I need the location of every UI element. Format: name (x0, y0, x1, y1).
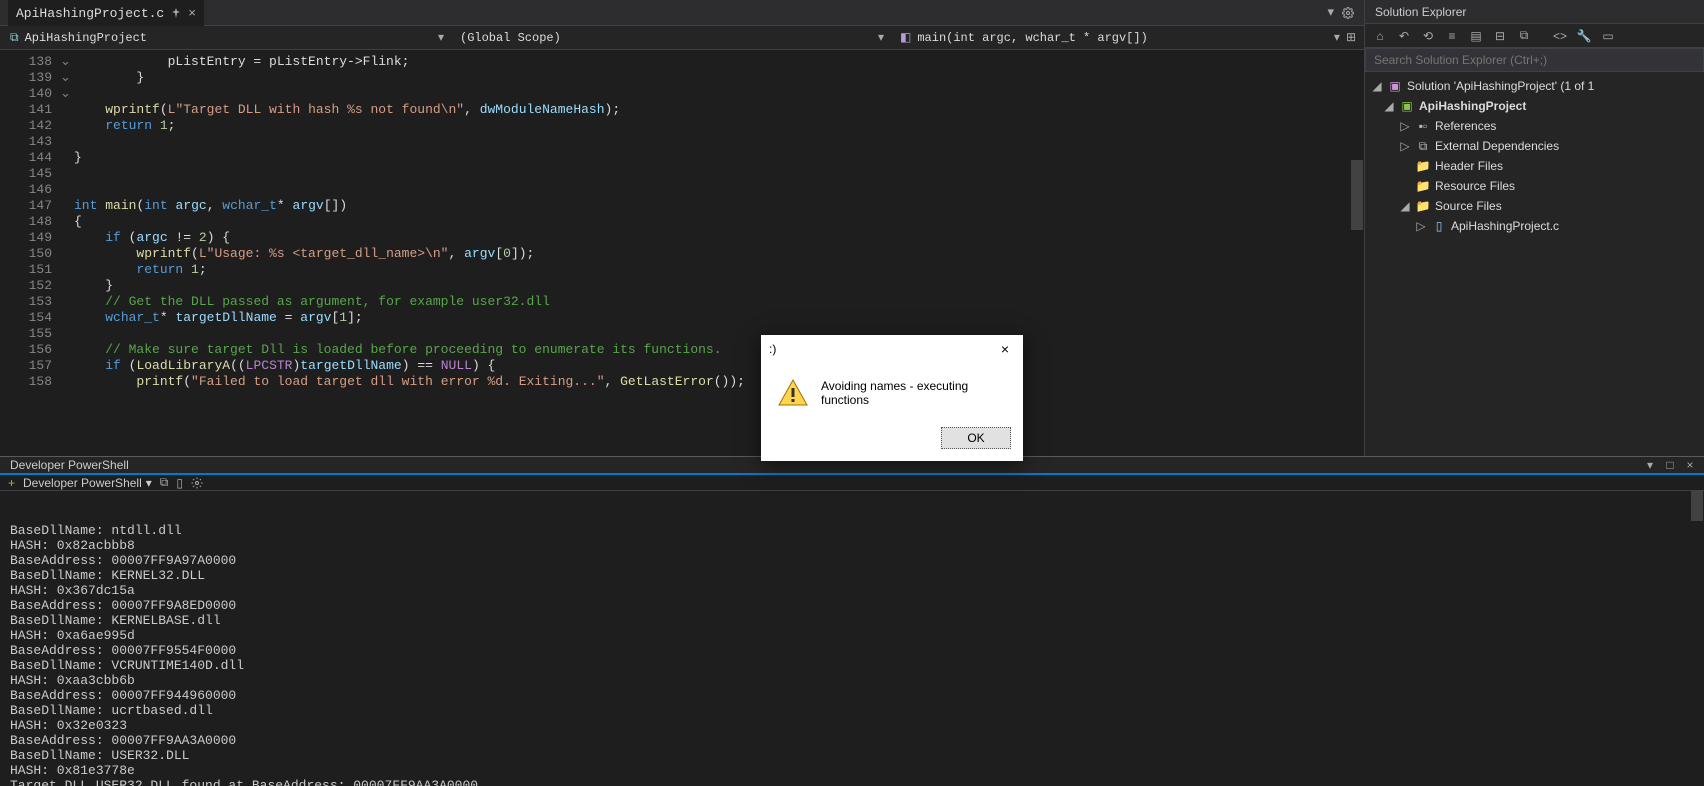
message-dialog: :) × Avoiding names - executing function… (761, 335, 1023, 461)
source-file-label: ApiHashingProject.c (1451, 219, 1559, 233)
scope-dropdown[interactable]: (Global Scope) ▾ (450, 30, 890, 45)
copy-icon[interactable]: ⧉ (160, 475, 169, 490)
add-terminal-button[interactable]: + (8, 476, 15, 490)
scope-label: (Global Scope) (460, 31, 561, 45)
back-icon[interactable]: ↶ (1395, 27, 1413, 45)
paste-icon[interactable]: ▯ (176, 476, 183, 490)
dialog-ok-button[interactable]: OK (941, 427, 1011, 449)
collapse-icon[interactable]: ⊟ (1491, 27, 1509, 45)
editor-tabbar: ApiHashingProject.c × ▾ (0, 0, 1364, 26)
gear-icon[interactable] (1342, 5, 1354, 20)
dropdown-icon[interactable]: ▾ (1327, 5, 1334, 20)
panel-maximize-icon[interactable]: □ (1662, 457, 1678, 473)
resource-files-node[interactable]: 📁 Resource Files (1365, 176, 1704, 196)
terminal-scrollbar-thumb[interactable] (1691, 491, 1703, 521)
panel-dropdown-icon[interactable]: ▾ (1642, 457, 1658, 473)
solution-toolbar: ⌂ ↶ ⟲ ≡ ▤ ⊟ ⧉ <> 🔧 ▭ (1365, 24, 1704, 48)
solution-node[interactable]: ◢ ▣ Solution 'ApiHashingProject' (1 of 1 (1365, 76, 1704, 96)
scrollbar-thumb[interactable] (1351, 160, 1363, 230)
folder-icon: 📁 (1415, 159, 1431, 173)
function-dropdown[interactable]: ◧ main(int argc, wchar_t * argv[]) ▾ (890, 30, 1346, 45)
source-files-label: Source Files (1435, 199, 1502, 213)
method-icon: ◧ (900, 30, 911, 45)
preview-icon[interactable]: ▭ (1599, 27, 1617, 45)
panel-toolbar: + Developer PowerShell ▾ ⧉ ▯ (0, 475, 1704, 491)
references-icon: ▪▫ (1415, 119, 1431, 133)
external-deps-label: External Dependencies (1435, 139, 1559, 153)
home-icon[interactable]: ⌂ (1371, 27, 1389, 45)
terminal-scrollbar[interactable] (1690, 491, 1704, 786)
panel-title: Developer PowerShell (10, 458, 129, 472)
expand-icon[interactable]: ◢ (1383, 99, 1395, 113)
solution-icon: ▣ (1387, 79, 1403, 93)
save-icon[interactable]: ≡ (1443, 27, 1461, 45)
resource-files-label: Resource Files (1435, 179, 1515, 193)
view-code-icon[interactable]: <> (1551, 27, 1569, 45)
code-lines[interactable]: pListEntry = pListEntry->Flink; } wprint… (74, 50, 1364, 456)
navigation-bar: ⧉ ApiHashingProject ▾ (Global Scope) ▾ ◧… (0, 26, 1364, 50)
terminal-output[interactable]: BaseDllName: ntdll.dllHASH: 0x82acbbb8Ba… (0, 491, 1704, 786)
project-label: ApiHashingProject (1419, 99, 1526, 113)
pin-icon[interactable] (170, 7, 182, 19)
filter-icon[interactable]: ▤ (1467, 27, 1485, 45)
source-files-node[interactable]: ◢ 📁 Source Files (1365, 196, 1704, 216)
function-label: main(int argc, wchar_t * argv[]) (917, 31, 1147, 45)
folder-icon: 📁 (1415, 179, 1431, 193)
external-deps-node[interactable]: ▷ ⧉ External Dependencies (1365, 136, 1704, 156)
tab-file[interactable]: ApiHashingProject.c × (8, 0, 204, 26)
expand-icon[interactable]: ◢ (1371, 79, 1383, 93)
dialog-message: Avoiding names - executing functions (821, 379, 1007, 407)
panel-close-icon[interactable]: × (1682, 457, 1698, 473)
terminal-selector[interactable]: Developer PowerShell ▾ (23, 476, 152, 490)
chevron-down-icon: ▾ (1334, 30, 1340, 45)
header-files-node[interactable]: 📁 Header Files (1365, 156, 1704, 176)
warning-icon (777, 377, 809, 409)
expand-icon[interactable]: ▷ (1399, 119, 1411, 133)
solution-search-input[interactable] (1365, 48, 1704, 72)
external-deps-icon: ⧉ (1415, 139, 1431, 154)
sync-icon[interactable]: ⟲ (1419, 27, 1437, 45)
dialog-close-icon[interactable]: × (995, 341, 1015, 357)
expand-icon[interactable]: ◢ (1399, 199, 1411, 213)
project-dropdown[interactable]: ⧉ ApiHashingProject ▾ (0, 30, 450, 45)
fold-gutter[interactable]: ⌄⌄⌄ (60, 50, 74, 456)
folder-icon: 📁 (1415, 199, 1431, 213)
dialog-title: :) (769, 342, 776, 356)
solution-label: Solution 'ApiHashingProject' (1 of 1 (1407, 79, 1594, 93)
code-editor[interactable]: 1381391401411421431441451461471481491501… (0, 50, 1364, 456)
project-icon: ▣ (1399, 99, 1415, 113)
chevron-down-icon: ▾ (438, 30, 444, 45)
developer-powershell-panel: Developer PowerShell ▾ □ × + Developer P… (0, 456, 1704, 786)
project-icon: ⧉ (10, 31, 19, 45)
properties-icon[interactable]: 🔧 (1575, 27, 1593, 45)
dialog-titlebar[interactable]: :) × (761, 335, 1023, 363)
vertical-scrollbar[interactable] (1350, 100, 1364, 456)
source-file-node[interactable]: ▷ ▯ ApiHashingProject.c (1365, 216, 1704, 236)
project-node[interactable]: ◢ ▣ ApiHashingProject (1365, 96, 1704, 116)
file-icon: ▯ (1431, 219, 1447, 233)
expand-icon[interactable]: ▷ (1399, 139, 1411, 153)
expand-icon[interactable]: ▷ (1415, 219, 1427, 233)
solution-tree[interactable]: ◢ ▣ Solution 'ApiHashingProject' (1 of 1… (1365, 72, 1704, 456)
terminal-label: Developer PowerShell (23, 476, 142, 490)
close-icon[interactable]: × (188, 6, 196, 21)
chevron-down-icon: ▾ (146, 476, 152, 490)
show-all-icon[interactable]: ⧉ (1515, 27, 1533, 45)
settings-icon[interactable] (191, 477, 203, 489)
chevron-down-icon: ▾ (878, 30, 884, 45)
line-gutter: 1381391401411421431441451461471481491501… (0, 50, 60, 456)
references-label: References (1435, 119, 1496, 133)
solution-explorer: Solution Explorer ⌂ ↶ ⟲ ≡ ▤ ⊟ ⧉ <> 🔧 ▭ ◢ (1364, 0, 1704, 456)
split-icon[interactable]: ⊞ (1346, 30, 1356, 45)
solution-explorer-title: Solution Explorer (1365, 0, 1704, 24)
solution-search[interactable] (1365, 48, 1704, 72)
tab-filename: ApiHashingProject.c (16, 6, 164, 21)
header-files-label: Header Files (1435, 159, 1503, 173)
references-node[interactable]: ▷ ▪▫ References (1365, 116, 1704, 136)
project-name: ApiHashingProject (25, 31, 147, 45)
